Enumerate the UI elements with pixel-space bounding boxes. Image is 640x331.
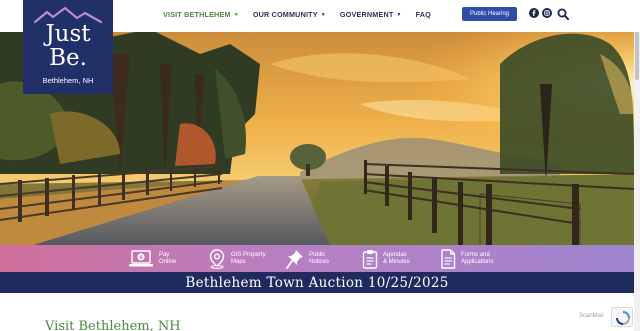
clipboard-icon: [362, 249, 378, 269]
laptop-dollar-icon: $: [129, 249, 153, 266]
nav-government-label: GOVERNMENT: [339, 10, 394, 19]
nav-faq[interactable]: FAQ: [416, 10, 431, 19]
auction-announcement-banner[interactable]: Bethlehem Town Auction 10/25/2025: [0, 272, 634, 293]
logo-text-be: Be.: [49, 45, 87, 71]
recaptcha-icon: [616, 311, 630, 325]
recaptcha-badge[interactable]: [611, 307, 633, 327]
nav-visit-bethlehem[interactable]: VISIT BETHLEHEM ▼: [163, 10, 239, 19]
document-icon: [441, 248, 456, 269]
nav-visit-bethlehem-label: VISIT BETHLEHEM: [163, 10, 231, 19]
quick-link-gis-maps-label: GIS Property Maps: [231, 251, 266, 265]
search-icon[interactable]: [557, 7, 569, 20]
logo-text-just: Just: [45, 21, 91, 47]
facebook-icon[interactable]: [529, 8, 539, 18]
quick-link-gis-maps[interactable]: GIS Property Maps: [208, 245, 286, 272]
main-nav: VISIT BETHLEHEM ▼ OUR COMMUNITY ▼ GOVERN…: [163, 10, 431, 19]
social-links: [529, 7, 569, 20]
quick-link-public-notices-label: Public Notices: [309, 251, 330, 265]
map-pin-icon: [209, 248, 225, 269]
logo-place-name: Bethlehem, NH: [42, 76, 94, 85]
pushpin-icon: [286, 249, 303, 269]
chevron-down-icon: ▼: [233, 11, 239, 18]
nav-government[interactable]: GOVERNMENT ▼: [340, 10, 402, 19]
banner-text: Bethlehem Town Auction 10/25/2025: [185, 274, 449, 291]
quick-links-bar: $ Pay Online GIS Property Maps Public No…: [0, 245, 634, 272]
vertical-scrollbar[interactable]: [634, 0, 640, 331]
instagram-icon[interactable]: [542, 8, 552, 18]
nav-our-community-label: OUR COMMUNITY: [252, 10, 318, 19]
quick-link-forms-applications-label: Forms and Applications: [461, 251, 494, 265]
svg-text:$: $: [139, 255, 143, 261]
quick-link-agendas-minutes[interactable]: Agendas & Minutes: [362, 245, 440, 272]
chevron-down-icon: ▼: [320, 11, 326, 18]
quick-link-forms-applications[interactable]: Forms and Applications: [440, 245, 530, 272]
scanmail-label: ScanMail: [579, 313, 604, 319]
nav-faq-label: FAQ: [415, 10, 431, 19]
site-logo[interactable]: Just Be. Bethlehem, NH: [23, 0, 113, 94]
section-title: Visit Bethlehem, NH: [45, 319, 181, 331]
quick-link-pay-online[interactable]: $ Pay Online: [128, 245, 208, 272]
quick-link-pay-online-label: Pay Online: [159, 251, 177, 265]
chevron-down-icon: ▼: [396, 11, 402, 18]
public-hearing-button[interactable]: Public Hearing: [462, 7, 517, 21]
nav-our-community[interactable]: OUR COMMUNITY ▼: [253, 10, 326, 19]
quick-link-agendas-minutes-label: Agendas & Minutes: [383, 251, 410, 265]
quick-link-public-notices[interactable]: Public Notices: [286, 245, 362, 272]
